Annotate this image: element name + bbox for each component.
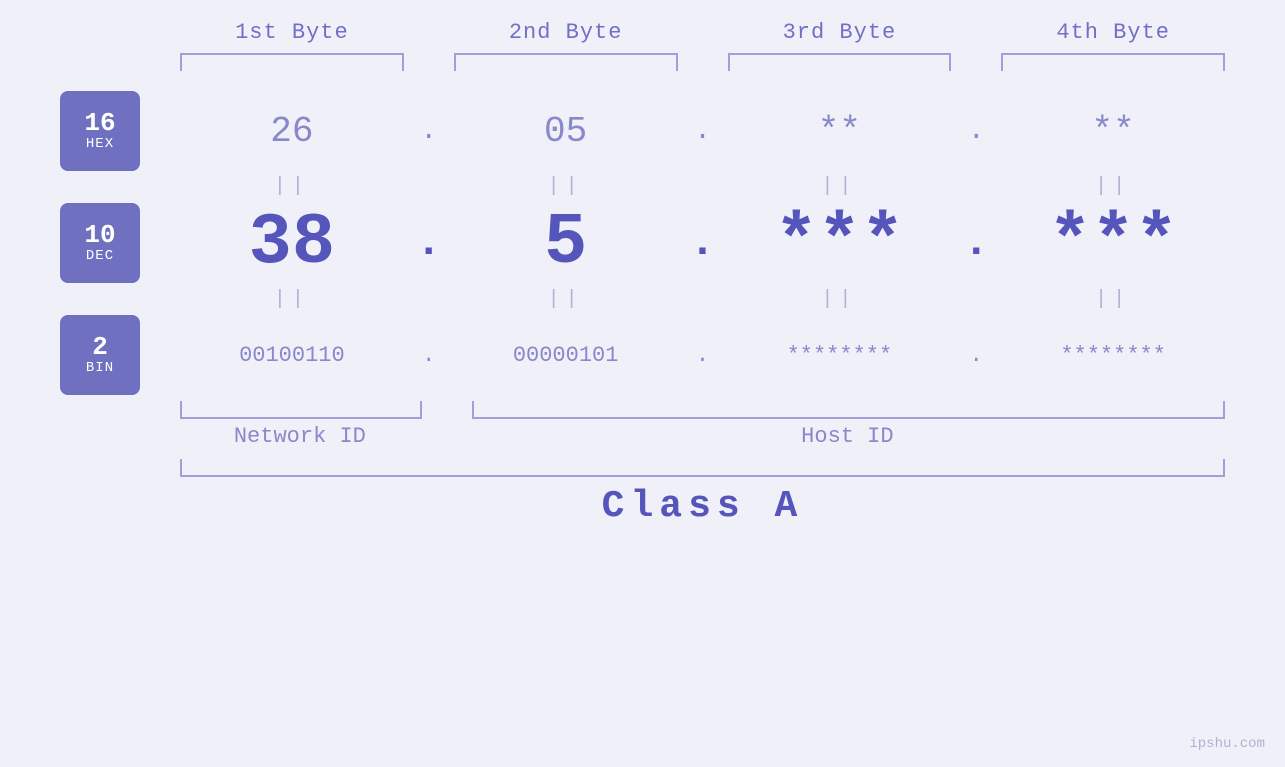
equals-2-b3: || xyxy=(728,288,952,311)
bracket-byte1 xyxy=(180,53,404,71)
class-label: Class A xyxy=(602,485,804,528)
dec-b1: 38 xyxy=(249,202,335,284)
hex-badge: 16 HEX xyxy=(60,91,140,171)
byte1-header: 1st Byte xyxy=(180,20,404,45)
bracket-byte4 xyxy=(1001,53,1225,71)
hex-dot3: . xyxy=(968,116,985,147)
dec-b4: *** xyxy=(1048,202,1178,284)
host-id-label: Host ID xyxy=(470,424,1225,449)
bin-b1: 00100110 xyxy=(239,343,345,368)
dec-dot2: . xyxy=(689,218,715,268)
hex-dot2: . xyxy=(694,116,711,147)
hex-dot1: . xyxy=(420,116,437,147)
bracket-byte3 xyxy=(728,53,952,71)
bin-b2: 00000101 xyxy=(513,343,619,368)
dec-b3: *** xyxy=(775,202,905,284)
network-id-label: Network ID xyxy=(180,424,420,449)
hex-b4: ** xyxy=(1092,111,1135,152)
bin-badge: 2 BIN xyxy=(60,315,140,395)
bin-b4: ******** xyxy=(1060,343,1166,368)
bin-dot2: . xyxy=(696,343,709,368)
bin-dot1: . xyxy=(422,343,435,368)
bin-dot3: . xyxy=(970,343,983,368)
hex-b3: ** xyxy=(818,111,861,152)
bracket-byte2 xyxy=(454,53,678,71)
byte2-header: 2nd Byte xyxy=(454,20,678,45)
equals-1-b2: || xyxy=(454,175,678,198)
bottom-bracket-network xyxy=(180,401,422,419)
dec-b2: 5 xyxy=(544,202,587,284)
watermark: ipshu.com xyxy=(1189,736,1265,752)
class-bracket xyxy=(180,459,1225,477)
equals-1-b1: || xyxy=(180,175,404,198)
bin-b3: ******** xyxy=(787,343,893,368)
dec-dot1: . xyxy=(416,218,442,268)
hex-b1: 26 xyxy=(270,111,313,152)
dec-badge: 10 DEC xyxy=(60,203,140,283)
equals-2-b4: || xyxy=(1001,288,1225,311)
equals-1-b4: || xyxy=(1001,175,1225,198)
byte3-header: 3rd Byte xyxy=(728,20,952,45)
equals-2-b2: || xyxy=(454,288,678,311)
equals-1-b3: || xyxy=(728,175,952,198)
hex-b2: 05 xyxy=(544,111,587,152)
dec-dot3: . xyxy=(963,218,989,268)
bottom-bracket-host xyxy=(472,401,1225,419)
byte4-header: 4th Byte xyxy=(1001,20,1225,45)
equals-2-b1: || xyxy=(180,288,404,311)
main-container: 1st Byte 2nd Byte 3rd Byte 4th Byte 16 H… xyxy=(0,0,1285,767)
